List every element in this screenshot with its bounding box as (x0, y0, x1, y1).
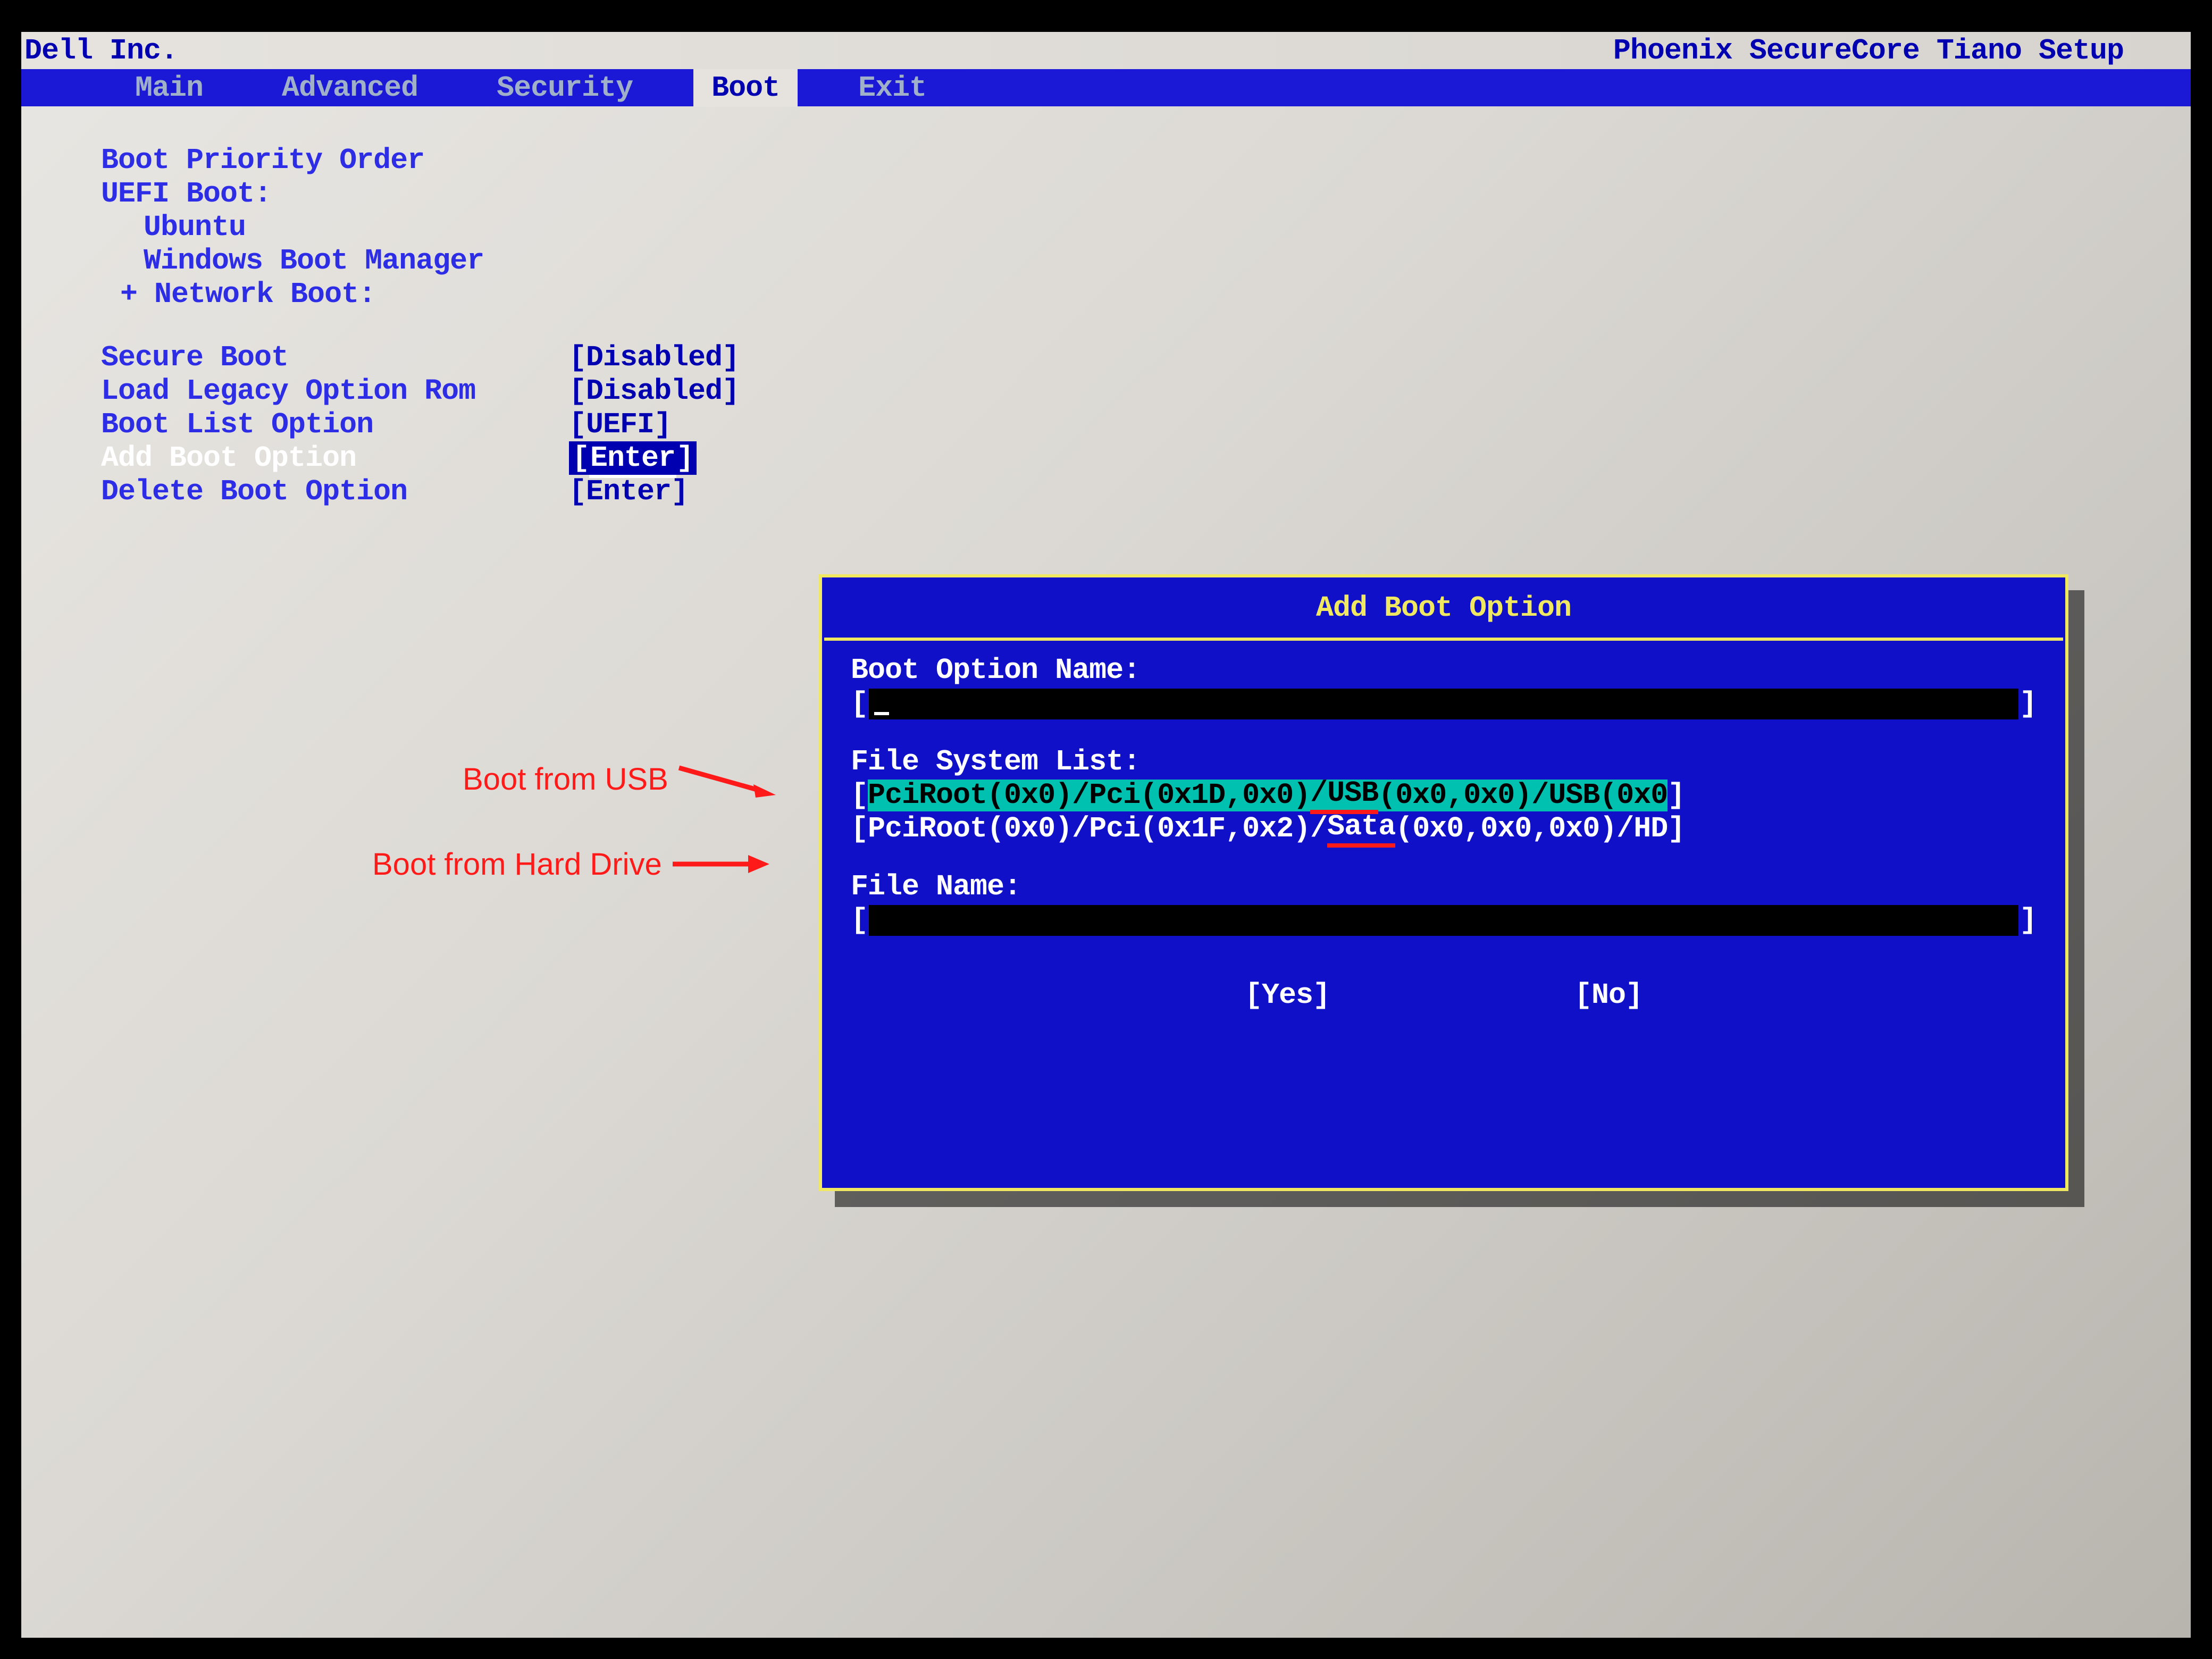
boot-priority-heading: Boot Priority Order (101, 144, 2191, 177)
arrow-icon (675, 760, 776, 798)
dialog-separator (824, 638, 2063, 641)
bios-screen: Dell Inc. Phoenix SecureCore Tiano Setup… (21, 32, 2191, 1638)
file-name-field[interactable]: [ ] (851, 903, 2037, 937)
uefi-item-ubuntu[interactable]: Ubuntu (144, 211, 2191, 244)
annotation-boot-from-usb: Boot from USB (463, 760, 776, 798)
file-name-label: File Name: (851, 870, 2037, 903)
boot-page: Boot Priority Order UEFI Boot: Ubuntu Wi… (21, 106, 2191, 508)
menu-main[interactable]: Main (117, 69, 221, 107)
dialog-no-button[interactable]: [No] (1574, 978, 1643, 1012)
boot-option-name-label: Boot Option Name: (851, 653, 2037, 687)
setting-legacy-rom[interactable]: Load Legacy Option Rom [Disabled] (101, 374, 2191, 408)
arrow-icon (668, 845, 769, 883)
product-label: Phoenix SecureCore Tiano Setup (1613, 34, 2124, 68)
dialog-yes-button[interactable]: [Yes] (1245, 978, 1330, 1012)
dialog-title: Add Boot Option (822, 577, 2065, 638)
menu-exit[interactable]: Exit (840, 69, 944, 107)
menu-advanced[interactable]: Advanced (264, 69, 436, 107)
annotation-boot-from-hdd: Boot from Hard Drive (372, 845, 769, 883)
boot-option-name-field[interactable]: [ ] (851, 687, 2037, 720)
uefi-boot-label: UEFI Boot: (101, 177, 2191, 211)
setting-boot-list-option[interactable]: Boot List Option [UEFI] (101, 408, 2191, 441)
menu-bar: Main Advanced Security Boot Exit (21, 69, 2191, 106)
vendor-label: Dell Inc. (24, 34, 178, 68)
text-cursor (874, 712, 889, 715)
network-boot-label[interactable]: + Network Boot: (120, 278, 2191, 311)
menu-boot[interactable]: Boot (693, 69, 798, 107)
setting-add-boot-option[interactable]: Add Boot Option [Enter] (101, 441, 2191, 475)
uefi-item-windows[interactable]: Windows Boot Manager (144, 244, 2191, 278)
add-boot-option-dialog: Add Boot Option Boot Option Name: [ ] Fi… (819, 574, 2068, 1191)
setting-delete-boot-option[interactable]: Delete Boot Option [Enter] (101, 475, 2191, 508)
fs-item-usb[interactable]: [PciRoot(0x0)/Pci(0x1D,0x0)/USB(0x0,0x0)… (851, 778, 2037, 812)
menu-security[interactable]: Security (479, 69, 651, 107)
file-system-list-label: File System List: (851, 745, 2037, 778)
title-bar: Dell Inc. Phoenix SecureCore Tiano Setup (21, 32, 2191, 69)
setting-secure-boot[interactable]: Secure Boot [Disabled] (101, 341, 2191, 374)
fs-item-sata[interactable]: [PciRoot(0x0)/Pci(0x1F,0x2)/Sata(0x0,0x0… (851, 812, 2037, 845)
